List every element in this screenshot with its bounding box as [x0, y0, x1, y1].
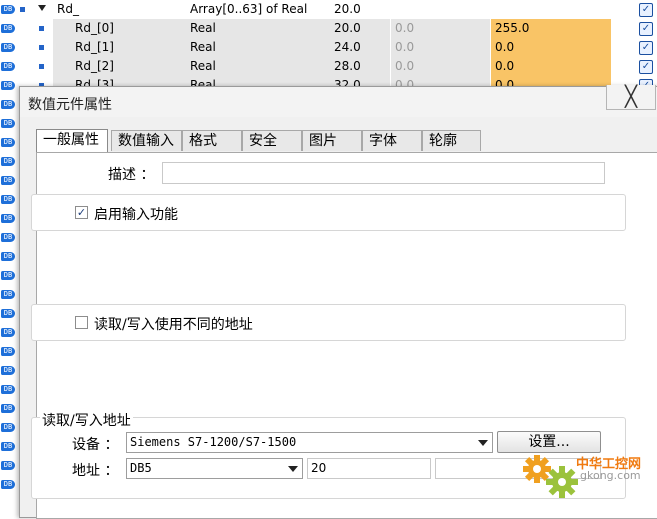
diff-address-group: 读取/写入使用不同的地址 — [31, 304, 626, 341]
table-row[interactable]: Rd_[1] Real 24.0 0.0 0.0 ✓ — [17, 38, 657, 57]
db-tag-icon: DB — [1, 157, 15, 166]
row-checkbox[interactable]: ✓ — [639, 41, 653, 55]
db-tag-icon: DB — [1, 347, 15, 356]
db-tag-icon: DB — [1, 62, 15, 71]
row-min[interactable]: 0.0 — [391, 57, 490, 76]
diff-address-checkbox[interactable] — [75, 316, 88, 329]
row-min[interactable]: 0.0 — [391, 38, 490, 57]
bullet-icon — [39, 64, 44, 69]
address-offset-input[interactable]: 20 — [307, 458, 431, 479]
table-row[interactable]: Rd_[0] Real 20.0 0.0 255.0 ✓ — [17, 19, 657, 38]
row-max[interactable]: 0.0 — [491, 57, 611, 76]
row-checkbox[interactable]: ✓ — [639, 60, 653, 74]
tab-numeric-input[interactable]: 数值输入 — [111, 130, 182, 151]
row-name: Rd_[2] — [53, 57, 187, 76]
row-name: Rd_ — [57, 2, 79, 16]
tab-general[interactable]: 一般属性 — [36, 129, 108, 152]
watermark-url: gkong.com — [580, 469, 641, 482]
db-tag-icon: DB — [1, 5, 15, 14]
device-label: 设备 ： — [72, 437, 119, 453]
gkong-watermark: 中华工控网 gkong.com — [520, 452, 655, 502]
row-checkbox[interactable]: ✓ — [639, 3, 653, 17]
device-select[interactable]: Siemens S7-1200/S7-1500 — [126, 432, 493, 453]
row-checkbox[interactable]: ✓ — [639, 22, 653, 36]
tab-security[interactable]: 安全 — [242, 130, 302, 151]
row-type: Array[0..63] of Real — [190, 2, 308, 16]
db-tag-icon: DB — [1, 309, 15, 318]
diff-address-label: 读取/写入使用不同的地址 — [94, 317, 253, 333]
close-button[interactable]: ╳ — [606, 85, 656, 110]
db-tag-icon: DB — [1, 214, 15, 223]
row-min[interactable]: 0.0 — [391, 19, 490, 38]
row-value[interactable]: 20.0 — [330, 19, 390, 38]
tab-picture[interactable]: 图片 — [302, 130, 362, 151]
dialog-title-bar[interactable]: 数值元件属性 — [20, 87, 657, 117]
db-tag-icon: DB — [1, 81, 15, 90]
db-tag-icon: DB — [1, 366, 15, 375]
enable-input-label: 启用输入功能 — [94, 207, 178, 223]
chevron-down-icon — [288, 466, 298, 472]
row-type: Real — [187, 38, 330, 57]
bullet-icon — [39, 26, 44, 31]
expand-arrow-icon[interactable] — [38, 5, 46, 11]
address-type-select[interactable]: DB5 — [126, 458, 303, 479]
address-type-value: DB5 — [130, 461, 152, 475]
table-row[interactable]: Rd_[2] Real 28.0 0.0 0.0 ✓ — [17, 57, 657, 76]
dialog-title: 数值元件属性 — [28, 97, 112, 113]
tab-format[interactable]: 格式 — [182, 130, 242, 151]
row-type: Real — [187, 57, 330, 76]
db-tag-icon: DB — [1, 233, 15, 242]
address-offset-value: 20 — [311, 461, 327, 475]
db-tag-icon: DB — [1, 423, 15, 432]
enable-input-group: ✓ 启用输入功能 — [31, 194, 626, 231]
bullet-icon — [20, 7, 25, 12]
gear-logo-icon — [523, 455, 578, 498]
enable-input-checkbox[interactable]: ✓ — [75, 206, 88, 219]
row-name: Rd_[0] — [53, 19, 187, 38]
db-tag-icon: DB — [1, 480, 15, 489]
db-tag-icon: DB — [1, 328, 15, 337]
row-value[interactable]: 24.0 — [330, 38, 390, 57]
row-value[interactable]: 20.0 — [330, 0, 394, 19]
db-tag-icon: DB — [1, 404, 15, 413]
db-tag-icon: DB — [1, 176, 15, 185]
settings-button[interactable]: 设置... — [497, 431, 601, 453]
db-tag-icon: DB — [1, 461, 15, 470]
db-tag-icon: DB — [1, 43, 15, 52]
db-tag-icon: DB — [1, 271, 15, 280]
db-tag-icon: DB — [1, 252, 15, 261]
table-row[interactable]: Rd_ Array[0..63] of Real 20.0 ✓ — [17, 0, 657, 19]
close-icon: ╳ — [624, 84, 638, 108]
row-max[interactable]: 0.0 — [491, 38, 611, 57]
description-label: 描述 ： — [108, 167, 155, 183]
tab-font[interactable]: 字体 — [362, 130, 422, 151]
row-type: Real — [187, 19, 330, 38]
row-max[interactable]: 255.0 — [491, 19, 611, 38]
device-value: Siemens S7-1200/S7-1500 — [130, 435, 297, 449]
db-tag-icon: DB — [1, 195, 15, 204]
db-tag-icon: DB — [1, 100, 15, 109]
db-tag-icon: DB — [1, 290, 15, 299]
rw-address-title: 读取/写入地址 — [40, 410, 133, 430]
tab-outline[interactable]: 轮廓 — [422, 130, 481, 151]
db-tag-icon: DB — [1, 24, 15, 33]
bullet-icon — [39, 45, 44, 50]
db-tag-icon: DB — [1, 138, 15, 147]
description-input[interactable] — [162, 162, 605, 184]
db-tag-icon: DB — [1, 442, 15, 451]
db-tag-icon: DB — [1, 119, 15, 128]
row-value[interactable]: 28.0 — [330, 57, 390, 76]
row-name: Rd_[1] — [53, 38, 187, 57]
db-tag-icon: DB — [1, 385, 15, 394]
chevron-down-icon — [478, 440, 488, 446]
address-label: 地址 ： — [72, 463, 119, 479]
